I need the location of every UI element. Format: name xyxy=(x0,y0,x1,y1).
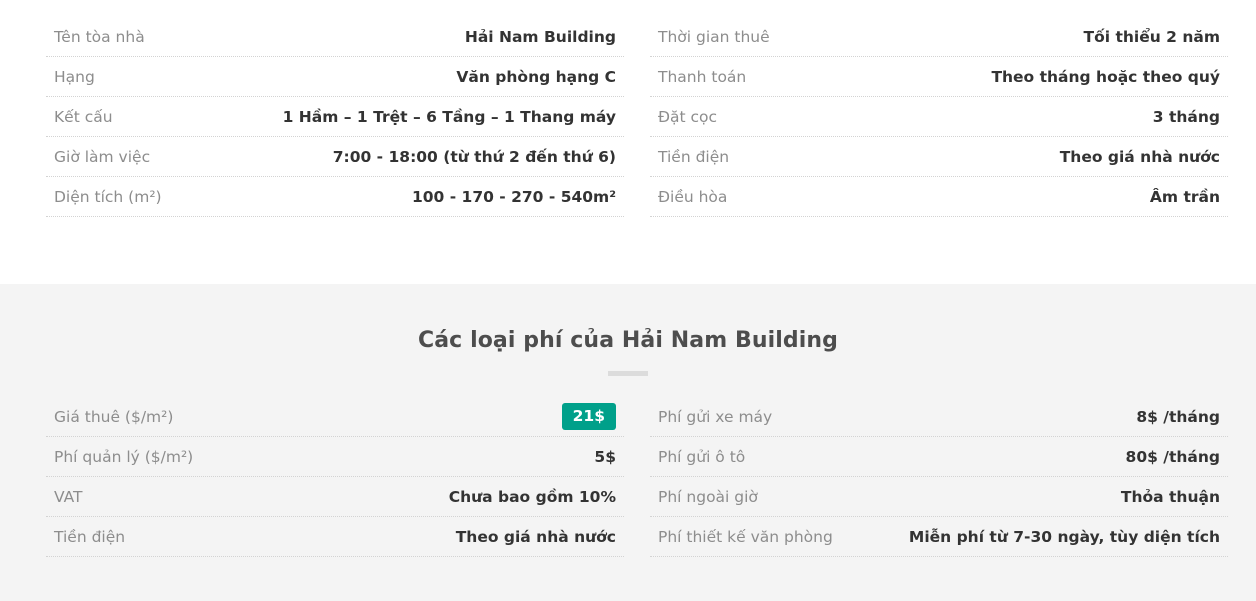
building-detail-page: Tên tòa nhà Hải Nam Building Hạng Văn ph… xyxy=(0,0,1256,601)
fees-columns: Giá thuê ($/m²) 21$ Phí quản lý ($/m²) 5… xyxy=(0,376,1256,557)
row-value: Miễn phí từ 7-30 ngày, tùy diện tích xyxy=(908,527,1220,546)
building-info-columns: Tên tòa nhà Hải Nam Building Hạng Văn ph… xyxy=(0,17,1256,217)
row-value: 8$ /tháng xyxy=(1136,407,1220,426)
row-value: Theo giá nhà nước xyxy=(1059,147,1220,166)
row-label: Thanh toán xyxy=(658,67,747,86)
row-value: Hải Nam Building xyxy=(464,27,616,46)
table-row: Thời gian thuê Tối thiểu 2 năm xyxy=(650,17,1228,57)
fees-section: Các loại phí của Hải Nam Building Giá th… xyxy=(0,284,1256,601)
table-row: Diện tích (m²) 100 - 170 - 270 - 540m² xyxy=(46,177,624,217)
row-value: Theo giá nhà nước xyxy=(455,527,616,546)
row-label: Phí thiết kế văn phòng xyxy=(658,527,833,546)
table-row: Phí quản lý ($/m²) 5$ xyxy=(46,437,624,477)
fees-section-heading: Các loại phí của Hải Nam Building xyxy=(417,328,839,353)
table-row: Phí ngoài giờ Thỏa thuận xyxy=(650,477,1228,517)
row-label: Hạng xyxy=(54,67,95,86)
row-label: Giờ làm việc xyxy=(54,147,151,166)
table-row: VAT Chưa bao gồm 10% xyxy=(46,477,624,517)
row-value: Âm trần xyxy=(1149,187,1220,206)
rent-price-badge: 21$ xyxy=(561,403,616,430)
table-row: Điều hòa Âm trần xyxy=(650,177,1228,217)
row-label: Điều hòa xyxy=(658,187,728,206)
row-label: Phí gửi ô tô xyxy=(658,447,746,466)
row-value: Thỏa thuận xyxy=(1120,487,1220,506)
fees-right-column: Phí gửi xe máy 8$ /tháng Phí gửi ô tô 80… xyxy=(650,397,1228,557)
building-info-right-column: Thời gian thuê Tối thiểu 2 năm Thanh toá… xyxy=(650,17,1228,217)
row-label: Phí ngoài giờ xyxy=(658,487,758,506)
row-value: Chưa bao gồm 10% xyxy=(448,487,616,506)
row-value: 5$ xyxy=(594,447,616,466)
row-value: 1 Hầm – 1 Trệt – 6 Tầng – 1 Thang máy xyxy=(282,107,616,126)
building-info-section: Tên tòa nhà Hải Nam Building Hạng Văn ph… xyxy=(0,0,1256,284)
row-value: 80$ /tháng xyxy=(1125,447,1220,466)
row-label: Phí gửi xe máy xyxy=(658,407,773,426)
table-row: Giá thuê ($/m²) 21$ xyxy=(46,397,624,437)
building-info-left-column: Tên tòa nhà Hải Nam Building Hạng Văn ph… xyxy=(46,17,624,217)
row-value: 100 - 170 - 270 - 540m² xyxy=(411,187,616,206)
row-label: Thời gian thuê xyxy=(658,27,770,46)
row-label: Kết cấu xyxy=(54,107,113,126)
table-row: Phí gửi xe máy 8$ /tháng xyxy=(650,397,1228,437)
table-row: Giờ làm việc 7:00 - 18:00 (từ thứ 2 đến … xyxy=(46,137,624,177)
row-label: Giá thuê ($/m²) xyxy=(54,407,174,426)
table-row: Đặt cọc 3 tháng xyxy=(650,97,1228,137)
row-label: Đặt cọc xyxy=(658,107,718,126)
row-label: Diện tích (m²) xyxy=(54,187,162,206)
table-row: Hạng Văn phòng hạng C xyxy=(46,57,624,97)
row-value: 3 tháng xyxy=(1152,107,1220,126)
row-label: VAT xyxy=(54,487,83,506)
fees-left-column: Giá thuê ($/m²) 21$ Phí quản lý ($/m²) 5… xyxy=(46,397,624,557)
row-label: Tên tòa nhà xyxy=(54,27,145,46)
row-value: Tối thiểu 2 năm xyxy=(1083,27,1220,46)
row-value: Theo tháng hoặc theo quý xyxy=(991,67,1220,86)
row-label: Tiền điện xyxy=(54,527,126,546)
table-row: Phí gửi ô tô 80$ /tháng xyxy=(650,437,1228,477)
row-label: Phí quản lý ($/m²) xyxy=(54,447,194,466)
table-row: Tiền điện Theo giá nhà nước xyxy=(650,137,1228,177)
table-row: Kết cấu 1 Hầm – 1 Trệt – 6 Tầng – 1 Than… xyxy=(46,97,624,137)
table-row: Tiền điện Theo giá nhà nước xyxy=(46,517,624,557)
row-value: Văn phòng hạng C xyxy=(456,67,616,86)
table-row: Tên tòa nhà Hải Nam Building xyxy=(46,17,624,57)
row-value: 7:00 - 18:00 (từ thứ 2 đến thứ 6) xyxy=(332,147,616,166)
table-row: Thanh toán Theo tháng hoặc theo quý xyxy=(650,57,1228,97)
table-row: Phí thiết kế văn phòng Miễn phí từ 7-30 … xyxy=(650,517,1228,557)
row-label: Tiền điện xyxy=(658,147,730,166)
